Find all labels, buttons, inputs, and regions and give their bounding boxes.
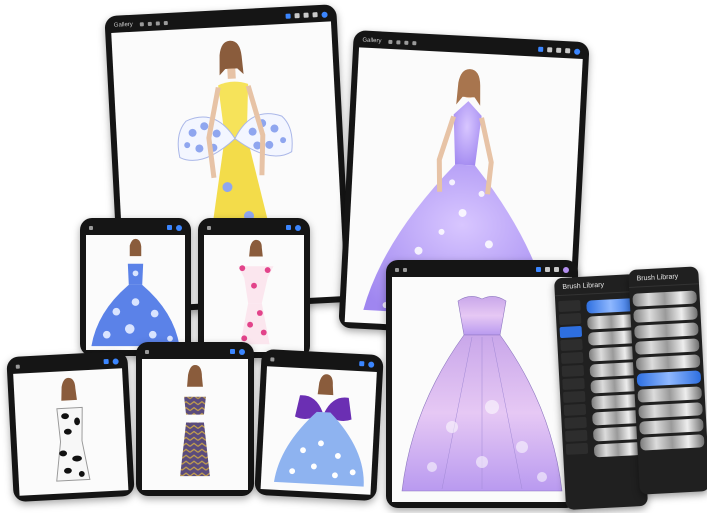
gallery-button[interactable]: Gallery [114,21,133,28]
transform-icon[interactable] [163,20,168,25]
brush-set-item[interactable] [560,351,584,365]
smudge-icon[interactable] [547,47,553,53]
canvas[interactable] [204,235,304,352]
color-icon[interactable] [368,360,375,368]
toolbar [142,346,248,357]
gallery-button[interactable]: Gallery [362,37,381,44]
layers-icon[interactable] [565,48,571,54]
toolbar [86,222,185,233]
toolbar [392,264,572,275]
brush-icon[interactable] [359,361,365,367]
brush-set-item[interactable] [564,429,588,442]
wrench-icon[interactable] [145,349,149,354]
brush-icon[interactable] [167,225,172,230]
brush-icon[interactable] [536,267,541,272]
tablet-lilac-gown [386,260,578,508]
color-icon[interactable] [239,348,245,355]
fashion-illustration [401,296,563,492]
fashion-illustration [180,364,210,477]
tablet-bow-dress [254,348,384,502]
brush-stroke-item[interactable] [590,378,640,394]
brush-stroke-item[interactable] [588,346,638,362]
brush-set-item[interactable] [562,390,586,403]
brush-stroke-item[interactable] [637,386,703,403]
color-icon[interactable] [176,224,182,231]
canvas[interactable] [260,366,377,495]
eraser-icon[interactable] [556,47,562,53]
brush-set-item[interactable] [560,338,583,352]
canvas[interactable] [142,359,248,490]
color-icon[interactable] [563,266,569,273]
smudge-icon[interactable] [545,267,550,272]
brush-icon[interactable] [286,225,291,230]
brush-stroke-item[interactable] [593,441,643,458]
brush-stroke-item[interactable] [639,418,704,435]
magic-wand-icon[interactable] [403,267,407,272]
wrench-icon[interactable] [89,225,93,230]
brush-stroke-item[interactable] [639,434,705,451]
brush-icon[interactable] [285,13,291,19]
brush-stroke-item[interactable] [634,338,700,355]
canvas[interactable] [13,368,129,496]
wrench-icon[interactable] [270,356,275,362]
brush-set-item[interactable] [564,416,587,429]
color-icon[interactable] [574,48,581,55]
fashion-illustration [91,238,180,347]
transform-icon[interactable] [412,40,417,45]
wrench-icon[interactable] [139,21,144,26]
eraser-icon[interactable] [303,12,309,18]
brush-icon[interactable] [538,46,544,52]
layers-icon[interactable] [312,12,318,18]
brush-library-panel-2: Brush Library [628,266,707,495]
magic-wand-icon[interactable] [396,39,401,44]
brush-set-item[interactable] [559,325,582,339]
brush-stroke-item[interactable] [586,314,636,330]
brush-set-item[interactable] [561,364,585,378]
magic-wand-icon[interactable] [147,21,152,26]
brush-stroke-item[interactable] [591,409,641,426]
tablet-pink-floral [198,218,310,358]
brush-stroke-item[interactable] [633,306,698,323]
brush-set-item[interactable] [563,403,587,416]
brush-stroke-item[interactable] [636,370,702,387]
brush-stroke-item[interactable] [592,425,642,442]
toolbar [204,222,304,233]
tablet-spotted-dress [6,350,135,503]
brush-stroke-item[interactable] [591,394,640,410]
brush-set-item[interactable] [562,377,585,390]
brush-stroke-item[interactable] [635,354,701,371]
brush-icon[interactable] [230,349,235,354]
color-icon[interactable] [295,224,301,231]
color-icon[interactable] [321,11,328,18]
smudge-icon[interactable] [294,13,300,19]
tablet-blue-floral [80,218,191,356]
canvas[interactable] [86,235,185,350]
fashion-illustration [273,374,364,487]
eraser-icon[interactable] [554,267,559,272]
wrench-icon[interactable] [15,364,20,369]
fashion-illustration [238,239,274,345]
tablet-chevron-set [136,342,254,496]
fashion-illustration [56,377,91,482]
color-icon[interactable] [112,357,119,365]
brush-set-item[interactable] [558,299,581,313]
brush-stroke-item[interactable] [587,330,637,346]
brush-stroke-item[interactable] [589,362,639,378]
selection-icon[interactable] [404,40,409,45]
brush-stroke-item[interactable] [638,402,703,419]
brush-stroke-item[interactable] [634,322,699,339]
brush-stroke-item[interactable] [632,290,698,307]
wrench-icon[interactable] [388,39,393,44]
canvas[interactable] [392,277,572,502]
wrench-icon[interactable] [207,225,211,230]
wrench-icon[interactable] [395,267,399,272]
selection-icon[interactable] [155,20,160,26]
brush-stroke-item[interactable] [586,298,635,314]
brush-stroke-list [629,284,707,456]
brush-icon[interactable] [103,358,109,365]
brush-set-item[interactable] [558,312,582,326]
brush-set-item[interactable] [565,442,589,455]
